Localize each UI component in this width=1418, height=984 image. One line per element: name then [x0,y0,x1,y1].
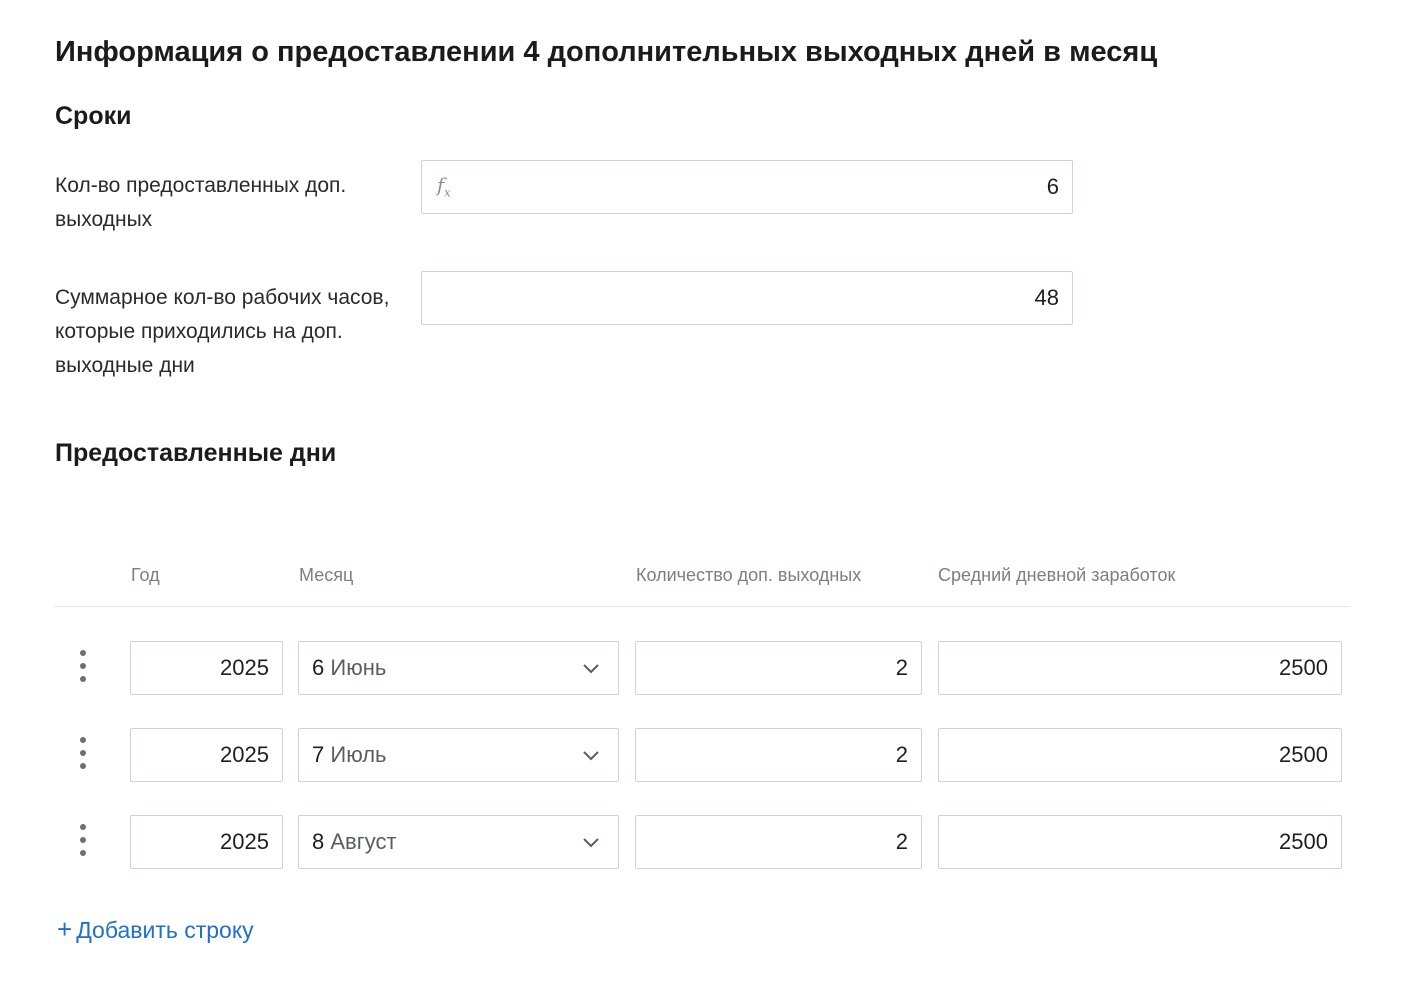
daily-earnings-value: 2500 [1279,655,1328,680]
month-number: 6 [312,655,325,680]
extra-days-input[interactable]: 2 [635,641,922,695]
table-row: 2025 8 Август 2 2500 [0,815,1418,869]
table-row: 2025 7 Июль 2 2500 [0,728,1418,782]
month-name: Июль [330,742,387,767]
row-menu-icon[interactable] [74,737,94,773]
column-header-days: Количество доп. выходных [636,565,862,585]
row-menu-icon[interactable] [74,650,94,686]
chevron-down-icon [583,838,599,848]
daily-earnings-input[interactable]: 2500 [938,815,1342,869]
granted-days-label: Кол-во предоставленных доп. выходных [55,174,347,231]
year-input[interactable]: 2025 [130,728,283,782]
year-value: 2025 [220,742,269,767]
total-hours-label: Суммарное кол-во рабочих часов, которые … [55,286,390,377]
table-header-divider [55,606,1350,607]
month-name: Август [330,829,397,854]
month-select[interactable]: 8 Август [298,815,619,869]
terms-section-title: Сроки [55,102,132,130]
total-hours-value: 48 [1034,285,1059,310]
granted-section-title: Предоставленные дни [55,439,337,467]
table-row: 2025 6 Июнь 2 2500 [0,641,1418,695]
month-name: Июнь [330,655,387,680]
fx-icon: fx [437,174,451,200]
total-hours-field[interactable]: 48 [421,271,1073,325]
month-select[interactable]: 6 Июнь [298,641,619,695]
granted-days-field[interactable]: fx 6 [421,160,1073,214]
extra-days-value: 2 [895,655,908,680]
daily-earnings-input[interactable]: 2500 [938,728,1342,782]
extra-days-input[interactable]: 2 [635,728,922,782]
month-number: 7 [312,742,325,767]
daily-earnings-value: 2500 [1279,829,1328,854]
column-header-month: Месяц [299,565,354,585]
plus-icon: + [57,914,73,944]
page-title: Информация о предоставлении 4 дополнител… [55,36,1158,68]
daily-earnings-value: 2500 [1279,742,1328,767]
chevron-down-icon [583,751,599,761]
add-row-label: Добавить строку [76,917,254,943]
add-row-button[interactable]: + Добавить строку [57,914,254,945]
month-number: 8 [312,829,325,854]
column-header-year: Год [131,565,160,585]
year-value: 2025 [220,829,269,854]
year-value: 2025 [220,655,269,680]
daily-earnings-input[interactable]: 2500 [938,641,1342,695]
extra-days-value: 2 [895,742,908,767]
extra-days-value: 2 [895,829,908,854]
column-header-earnings: Средний дневной заработок [938,565,1176,585]
chevron-down-icon [583,664,599,674]
granted-days-value: 6 [1046,174,1059,199]
extra-days-input[interactable]: 2 [635,815,922,869]
year-input[interactable]: 2025 [130,815,283,869]
month-select[interactable]: 7 Июль [298,728,619,782]
row-menu-icon[interactable] [74,824,94,860]
year-input[interactable]: 2025 [130,641,283,695]
